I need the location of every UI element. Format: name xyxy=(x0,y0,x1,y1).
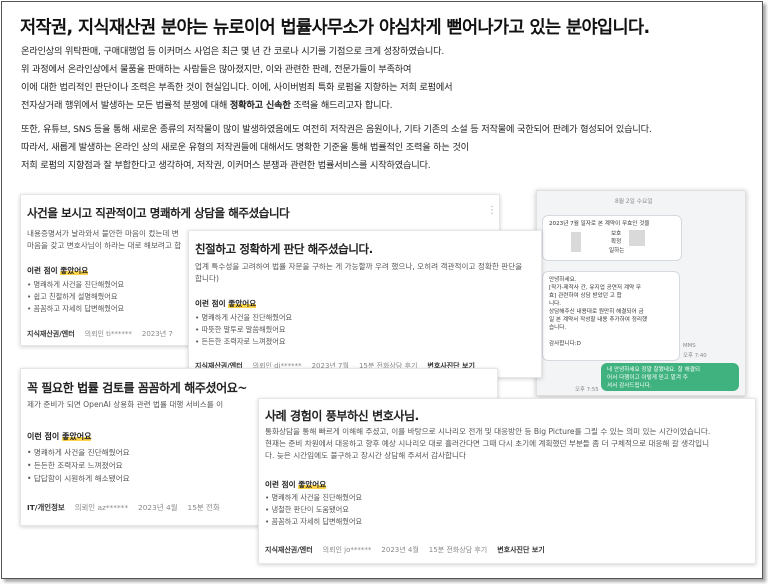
review-meta: 지식재산권/엔터 의뢰인 ti****** 2023년 7 xyxy=(27,329,173,339)
review-text: 내용증명서가 날라와서 불안한 마음이 컸는데 변 마음을 갖고 변호사님이 하… xyxy=(27,229,182,250)
intro2-paragraph: 또한, 유튜브, SNS 등을 통해 새로운 종류의 저작물이 많이 발생하였음… xyxy=(21,121,652,175)
good-point-item: 답답함이 시원하게 해소됐어요 xyxy=(27,472,130,485)
chat-reply-bubble: 네 안녕하세요 정말 잘됐네요. 잘 해결되 어서 다행이고 이렇게 믿고 맡겨… xyxy=(601,363,739,391)
review-title: 친절하고 정확하게 판단 해주셨습니다. xyxy=(195,242,373,256)
review-meta: IT/개인정보 의뢰인 az****** 2023년 4월 15분 전화 xyxy=(27,502,220,513)
good-point-item: 명쾌하게 사건을 진단해줬어요 xyxy=(265,492,363,504)
review-card-4: 사례 경험이 풍부하신 변호사님. 통화상담을 통해 빠르게 이해해 주셨고, … xyxy=(258,398,756,564)
review-category: 지식재산권/엔터 xyxy=(265,546,313,554)
good-point-item: 든든한 조력자로 느껴졌어요 xyxy=(27,459,130,472)
chat-bubble-1: 2023년 7월 일자로 본 계약이 무효인 것을 보호 확정 일하는 xyxy=(542,215,682,261)
intro-paragraph: 온라인상의 위탁판매, 구매대행업 등 이커머스 사업은 최근 몇 년 간 코로… xyxy=(21,43,453,115)
reply-time: 오후 7:55 xyxy=(575,387,599,393)
intro-line: 온라인상의 위탁판매, 구매대행업 등 이커머스 사업은 최근 몇 년 간 코로… xyxy=(21,46,445,57)
good-points-label: 이런 점이 좋았어요 xyxy=(27,432,92,441)
good-point-item: 명쾌하게 사건을 진단해줬어요 xyxy=(195,312,293,324)
review-date: 2023년 7 xyxy=(141,330,173,338)
review-type: 15분 전화 xyxy=(187,503,220,512)
review-text: 통화상담을 통해 빠르게 이해해 주셨고, 이를 바탕으로 시나리오 전개 및 … xyxy=(265,427,711,460)
good-points-list: 명쾌하게 사건을 진단해줬어요 냉철한 판단이 도움됐어요 꼼꼼하고 자세히 답… xyxy=(265,492,363,528)
good-point-item: 명쾌하게 사건을 진단해줬어요 xyxy=(27,446,130,459)
review-title: 사건을 보시고 직관적이고 명쾌하게 상담을 해주셨습니다 xyxy=(27,206,290,220)
intro2-line: 또한, 유튜브, SNS 등을 통해 새로운 종류의 저작물이 많이 발생하였음… xyxy=(21,124,652,135)
good-points-list: 명쾌하게 사건을 진단해줬어요 따뜻한 말투로 말씀해줬어요 든든한 조력자로 … xyxy=(195,312,293,348)
review-date: 2023년 4월 xyxy=(381,546,419,554)
good-point-item: 꼼꼼하고 자세히 답변해줬어요 xyxy=(27,303,125,315)
good-point-item: 따뜻한 말투로 말씀해줬어요 xyxy=(195,324,292,336)
good-point-item: 명쾌하게 사건을 진단해줬어요 xyxy=(27,279,125,291)
review-text: 업계 특수성을 고려하여 법률 자문을 구하는 게 가능할까 우려 했으나, 오… xyxy=(195,262,523,283)
review-text: 제가 준비가 되면 OpenAI 상용화 관련 법률 대행 서비스를 이 xyxy=(27,400,224,409)
review-type: 15분 전화상담 후기 xyxy=(428,546,488,554)
mms-label: MMS xyxy=(683,343,696,349)
chat-date: 8월 2일 수요일 xyxy=(615,199,653,205)
page-title: 저작권, 지식재산권 분야는 뉴로이어 법률사무소가 야심차게 뻗어나가고 있는… xyxy=(20,18,650,38)
good-points-list: 명쾌하게 사건을 진단해줬어요 든든한 조력자로 느껴졌어요 답답함이 시원하게… xyxy=(27,446,130,485)
good-points-label: 이런 점이 좋았어요 xyxy=(27,266,89,275)
message-time: 오후 7:40 xyxy=(683,353,707,359)
good-point-item: 냉철한 판단이 도움됐어요 xyxy=(265,504,362,516)
chat-screenshot: 8월 2일 수요일 2023년 7월 일자로 본 계약이 무효인 것을 보호 확… xyxy=(536,190,746,396)
good-points-list: 명쾌하게 사건을 진단해줬어요 쉽고 친절하게 설명해줬어요 꼼꼼하고 자세히 … xyxy=(27,279,125,315)
review-category: 지식재산권/엔터 xyxy=(27,330,75,338)
intro-line: 전자상거래 행위에서 발생하는 모든 법률적 분쟁에 대해 정확하고 신속한 조… xyxy=(21,100,393,111)
view-diagnosis-link[interactable]: 변호사진단 보기 xyxy=(497,546,545,554)
review-title: 꼭 필요한 법률 검토를 꼼꼼하게 해주셨어요~ xyxy=(27,381,248,395)
more-icon[interactable]: ⋮ xyxy=(487,205,497,216)
review-user: 의뢰인 jo****** xyxy=(322,546,372,554)
review-title: 사례 경험이 풍부하신 변호사님. xyxy=(265,409,419,423)
good-point-item: 꼼꼼하고 자세히 답변해줬어요 xyxy=(265,516,363,528)
good-points-label: 이런 점이 좋았어요 xyxy=(195,299,257,308)
chat-bubble-2: 안녕하세요. [작가-제작사 간, 유지업 공연저 계약 무 효] 관련하여 상… xyxy=(542,271,680,361)
review-user: 의뢰인 ti****** xyxy=(84,330,132,338)
review-date: 2023년 4월 xyxy=(138,503,178,512)
intro2-line: 저희 로펌의 지향점과 잘 부합한다고 생각하여, 저작권, 이커머스 분쟁과 … xyxy=(21,160,431,171)
review-user: 의뢰인 az****** xyxy=(74,503,129,512)
review-card-2: 친절하고 정확하게 판단 해주셨습니다. 업계 특수성을 고려하여 법률 자문을… xyxy=(188,230,542,378)
emphasis-text: 정확하고 신속한 xyxy=(229,100,291,111)
review-meta: 지식재산권/엔터 의뢰인 jo****** 2023년 4월 15분 전화상담 후기 변… xyxy=(265,545,545,555)
intro-line: 이에 대한 법리적인 판단이나 조력은 부족한 것이 현실입니다. 이에, 사이… xyxy=(21,82,453,93)
intro-line: 위 과정에서 온라인상에서 물품을 판매하는 사람들은 많아졌지만, 이와 관련… xyxy=(21,64,412,75)
review-category: IT/개인정보 xyxy=(27,503,65,512)
good-point-item: 든든한 조력자로 느껴졌어요 xyxy=(195,336,292,348)
chat-message: 안녕하세요. [작가-제작사 간, 유지업 공연저 계약 무 효] 관련하여 상… xyxy=(549,277,648,347)
screenshot-frame: 저작권, 지식재산권 분야는 뉴로이어 법률사무소가 야심차게 뻗어나가고 있는… xyxy=(1,1,763,579)
intro2-line: 따라서, 새롭게 발생하는 온라인 상의 새로운 유형의 저작권들에 대해서도 … xyxy=(21,142,469,153)
good-points-label: 이런 점이 좋았어요 xyxy=(265,480,327,489)
good-point-item: 쉽고 친절하게 설명해줬어요 xyxy=(27,291,124,303)
